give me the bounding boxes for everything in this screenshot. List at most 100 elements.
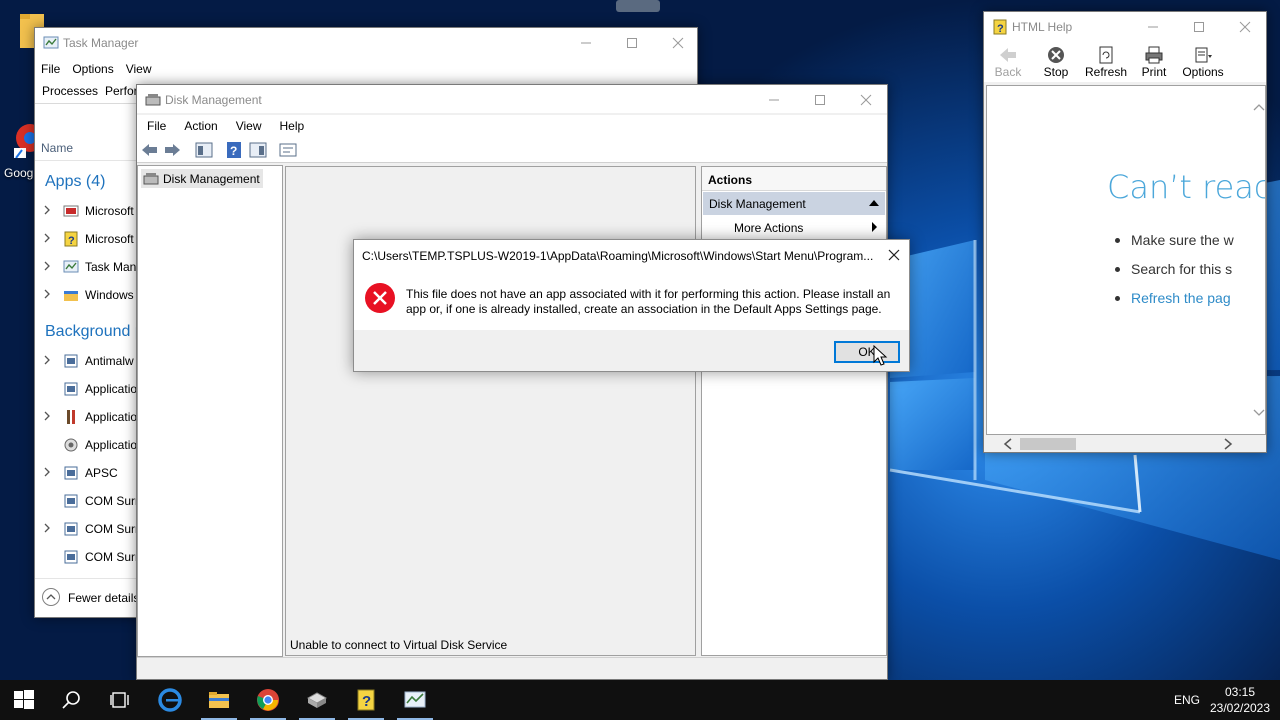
- help-app-icon: ?: [993, 19, 1007, 35]
- tree-node-label: Disk Management: [163, 172, 260, 186]
- chevron-right-icon[interactable]: [43, 233, 51, 243]
- search-button[interactable]: [48, 680, 96, 720]
- chevron-right-icon[interactable]: [43, 467, 51, 477]
- properties-icon[interactable]: [278, 141, 298, 159]
- taskbar-file-explorer[interactable]: [195, 680, 243, 720]
- menu-help[interactable]: Help: [270, 115, 313, 137]
- taskbar-disk-management[interactable]: [293, 680, 341, 720]
- chevron-up-icon[interactable]: [42, 588, 60, 606]
- menu-file[interactable]: File: [35, 58, 66, 80]
- minimize-button[interactable]: [1130, 12, 1176, 42]
- system-clock[interactable]: 03:15 23/02/2023: [1208, 684, 1272, 716]
- service-app-icon: [64, 494, 78, 508]
- service-app-icon: [64, 522, 78, 536]
- tree-node-disk-management[interactable]: Disk Management: [141, 169, 263, 188]
- chevron-right-icon[interactable]: [43, 355, 51, 365]
- close-button[interactable]: [1222, 12, 1268, 42]
- svg-text:?: ?: [68, 235, 75, 247]
- window-title: Task Manager: [63, 36, 139, 50]
- desktop-chrome-shortcut[interactable]: Goog: [4, 118, 44, 182]
- html-help-toolbar: Back Stop Refresh Print Options: [984, 42, 1266, 82]
- print-button[interactable]: Print: [1130, 44, 1178, 84]
- disk-management-window: Disk Management File Action View Help ? Dis…: [136, 84, 888, 680]
- edge-browser-icon: [158, 688, 182, 712]
- maximize-button[interactable]: [797, 85, 843, 115]
- refresh-page-link[interactable]: Refresh the pag: [1115, 290, 1234, 319]
- tab-performance[interactable]: Perfor: [105, 84, 138, 98]
- maximize-button[interactable]: [609, 28, 655, 58]
- help-icon[interactable]: ?: [224, 141, 244, 159]
- minimize-button[interactable]: [563, 28, 609, 58]
- task-manager-menubar: File Options View: [35, 58, 697, 80]
- tool-label: Options: [1182, 65, 1224, 79]
- taskbar-task-manager[interactable]: [391, 680, 439, 720]
- menu-view[interactable]: View: [120, 58, 158, 80]
- show-hide-action-pane-icon[interactable]: [248, 141, 268, 159]
- task-manager-icon: [43, 36, 59, 49]
- fewer-details-link[interactable]: Fewer details: [68, 591, 139, 605]
- close-button[interactable]: [843, 85, 889, 115]
- taskbar-chrome[interactable]: [244, 680, 292, 720]
- back-button[interactable]: Back: [984, 44, 1032, 84]
- stop-icon: [1048, 47, 1064, 63]
- suggestion-item: Make sure the w: [1115, 232, 1234, 261]
- collapse-arrow-icon[interactable]: [869, 200, 879, 206]
- chevron-down-icon[interactable]: [1251, 404, 1266, 420]
- chevron-left-icon[interactable]: [1002, 437, 1014, 451]
- options-button[interactable]: Options: [1179, 44, 1227, 84]
- disk-management-icon: [143, 173, 159, 185]
- menu-action[interactable]: Action: [174, 115, 225, 137]
- chevron-right-icon[interactable]: [1222, 437, 1234, 451]
- chevron-right-icon[interactable]: [43, 289, 51, 299]
- menu-file[interactable]: File: [137, 115, 174, 137]
- refresh-button[interactable]: Refresh: [1082, 44, 1130, 84]
- service-app-icon: [64, 382, 78, 396]
- window-title: Disk Management: [165, 93, 262, 107]
- task-manager-icon: [63, 260, 79, 273]
- task-manager-titlebar[interactable]: Task Manager: [35, 28, 697, 58]
- start-button[interactable]: [0, 680, 48, 720]
- chevron-right-icon[interactable]: [43, 523, 51, 533]
- back-arrow-icon[interactable]: [140, 141, 160, 159]
- clock-date: 23/02/2023: [1209, 701, 1271, 715]
- window-title: HTML Help: [1012, 20, 1073, 34]
- disk-management-titlebar[interactable]: Disk Management: [137, 85, 887, 113]
- dialog-close-button[interactable]: [883, 244, 905, 266]
- show-hide-tree-icon[interactable]: [194, 141, 214, 159]
- chevron-right-icon[interactable]: [43, 261, 51, 271]
- actions-section-label: Disk Management: [709, 197, 806, 211]
- dialog-title: C:\Users\TEMP.TSPLUS-W2019-1\AppData\Roa…: [362, 249, 874, 263]
- stop-button[interactable]: Stop: [1032, 44, 1080, 84]
- forward-arrow-icon[interactable]: [162, 141, 182, 159]
- process-name: APSC: [85, 466, 118, 480]
- ok-button[interactable]: OK: [834, 341, 900, 363]
- chevron-right-icon[interactable]: [43, 205, 51, 215]
- menu-options[interactable]: Options: [66, 58, 119, 80]
- vertical-scrollbar[interactable]: [1249, 86, 1265, 434]
- process-name: Task Man: [85, 260, 137, 274]
- column-header-name[interactable]: Name: [41, 141, 73, 155]
- menu-view[interactable]: View: [226, 115, 270, 137]
- svg-text:?: ?: [997, 23, 1004, 35]
- chevron-up-icon[interactable]: [1251, 100, 1266, 116]
- more-actions-item[interactable]: More Actions: [703, 216, 885, 238]
- taskbar-html-help[interactable]: ?: [342, 680, 390, 720]
- options-icon: [1195, 47, 1212, 63]
- chevron-right-icon[interactable]: [43, 411, 51, 421]
- process-name: COM Surr: [85, 522, 139, 536]
- scrollbar-thumb[interactable]: [1020, 438, 1076, 450]
- maximize-button[interactable]: [1176, 12, 1222, 42]
- taskbar-edge[interactable]: [146, 680, 194, 720]
- horizontal-scrollbar[interactable]: [986, 435, 1266, 452]
- minimize-button[interactable]: [751, 85, 797, 115]
- help-app-icon: ?: [64, 231, 78, 247]
- actions-header: Actions: [702, 167, 886, 191]
- actions-section-disk-management[interactable]: Disk Management: [703, 192, 885, 215]
- html-help-titlebar[interactable]: ? HTML Help: [984, 12, 1266, 42]
- input-language-indicator[interactable]: ENG: [1174, 693, 1200, 707]
- close-button[interactable]: [655, 28, 701, 58]
- task-view-button[interactable]: [96, 680, 144, 720]
- tab-processes[interactable]: Processes: [42, 84, 98, 98]
- actions-title: Actions: [708, 173, 753, 187]
- more-actions-label: More Actions: [734, 221, 804, 235]
